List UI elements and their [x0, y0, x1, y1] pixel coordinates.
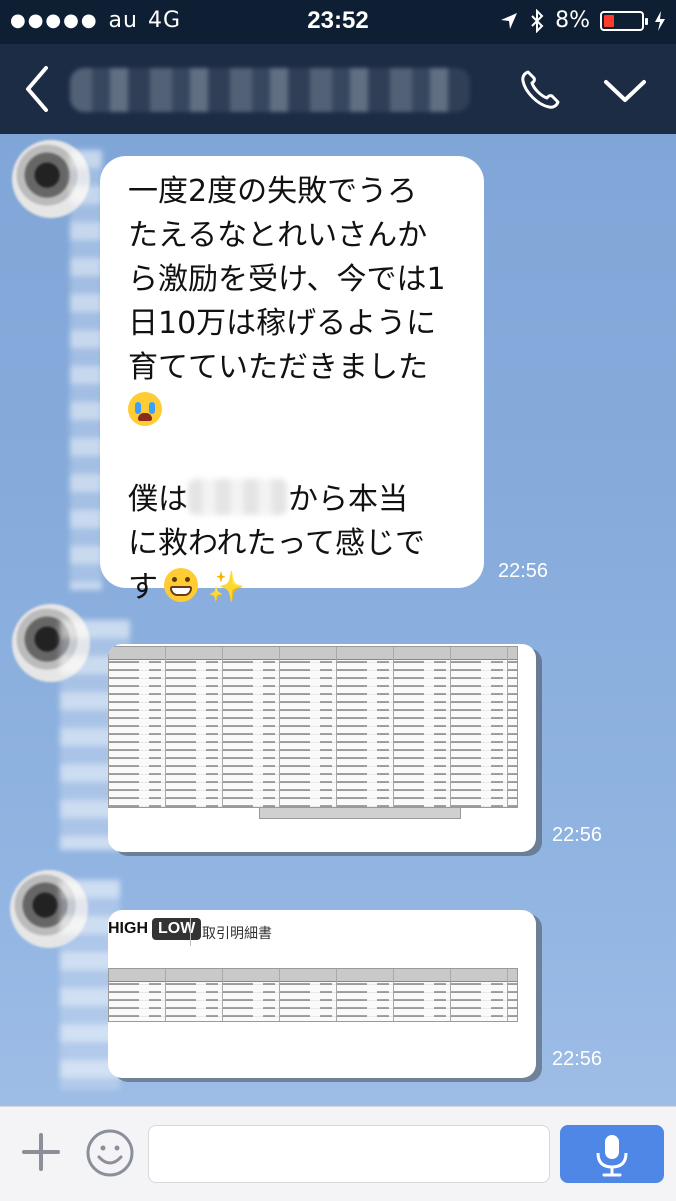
- statement-table: [108, 968, 518, 1022]
- sparkles-icon: ✨: [207, 570, 245, 605]
- message-timestamp: 22:56: [552, 1048, 603, 1070]
- charging-bolt-icon: [655, 10, 665, 31]
- microphone-icon: [596, 1135, 628, 1177]
- image-message-trade-history[interactable]: [108, 644, 536, 852]
- phone-icon[interactable]: [516, 66, 564, 114]
- message-input-bar: [0, 1106, 676, 1201]
- message-timestamp: 22:56: [552, 824, 603, 846]
- contact-name-redacted: [70, 68, 470, 112]
- battery-percent: 8%: [555, 8, 590, 33]
- location-arrow-icon: [501, 12, 518, 29]
- table-total-row: [259, 807, 461, 819]
- chevron-down-icon[interactable]: [600, 70, 650, 110]
- redacted-blur: [70, 150, 102, 590]
- table-columns: [109, 647, 517, 807]
- bluetooth-icon: [531, 8, 544, 33]
- logo-low: LOW: [152, 918, 202, 940]
- crying-face-icon: [128, 392, 162, 426]
- microphone-button[interactable]: [560, 1125, 664, 1183]
- message-text-part1: 一度2度の失敗でうろ たえるなとれいさんか ら激励を受け、今では1 日10万は稼…: [128, 174, 446, 385]
- plus-icon[interactable]: [18, 1129, 64, 1175]
- smiley-icon[interactable]: [84, 1127, 136, 1179]
- chat-header: [0, 44, 676, 134]
- message-bubble-text[interactable]: 一度2度の失敗でうろ たえるなとれいさんか ら激励を受け、今では1 日10万は稼…: [100, 156, 484, 605]
- battery-icon: [600, 10, 648, 31]
- image-message-trade-statement[interactable]: HIGH LOW 取引明細書: [108, 910, 536, 1078]
- back-chevron-icon[interactable]: [18, 62, 58, 116]
- redacted-name: [188, 479, 288, 515]
- grinning-face-icon: [164, 568, 198, 602]
- logo-high: HIGH: [108, 920, 148, 937]
- message-input[interactable]: [148, 1125, 550, 1183]
- trade-history-table: [108, 646, 518, 819]
- statement-title: 取引明細書: [202, 926, 272, 942]
- message-timestamp: 22:56: [498, 560, 549, 582]
- status-bar: ●●●●● au 4G 23:52 8%: [0, 0, 676, 44]
- message-text-part2-pre: 僕は: [128, 482, 188, 517]
- status-right: 8%: [499, 8, 666, 33]
- battery-level-fill: [604, 14, 614, 27]
- highlow-logo: HIGH LOW: [108, 918, 202, 940]
- logo-divider: [190, 918, 191, 946]
- table-columns: [109, 969, 517, 1021]
